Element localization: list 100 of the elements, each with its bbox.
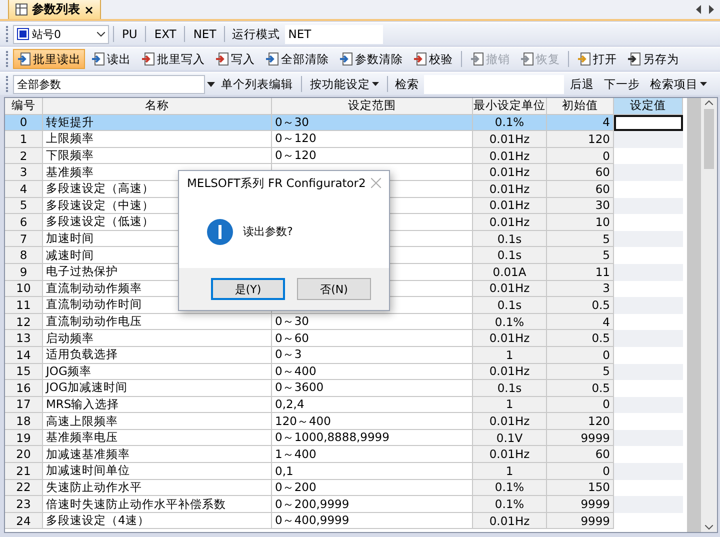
setting-cell[interactable] [614,430,683,446]
row-number: 9 [5,264,43,281]
function-setting-button[interactable]: 按功能设定 [306,74,383,94]
document-icon [627,52,641,66]
setting-cell[interactable] [614,198,683,214]
table-cell: 0.1% [473,496,547,513]
toolbar-button[interactable]: 校验 [409,49,457,69]
table-cell: 1 [473,346,547,364]
document-icon [17,52,31,66]
setting-cell[interactable] [614,496,683,513]
station-dropdown[interactable]: 站号0 [13,24,109,44]
caret-icon [700,82,707,86]
column-header[interactable]: 名称 [43,98,272,115]
column-header[interactable]: 最小设定单位 [473,98,547,115]
parameter-list-tab[interactable]: 参数列表 × [8,0,102,19]
mode-button[interactable]: PU [118,24,142,44]
setting-cell[interactable] [614,463,683,480]
mode-button[interactable]: EXT [150,24,180,44]
table-cell: 9999 [547,512,614,530]
column-header[interactable]: 初始值 [547,98,614,115]
close-icon[interactable] [371,178,381,188]
next-button[interactable]: 下一步 [600,74,644,94]
close-button[interactable]: × [84,2,94,16]
mode-button[interactable]: NET [189,24,220,44]
table-cell: 120 [547,413,614,430]
left-arrow-icon[interactable] [696,5,702,14]
row-number: 5 [5,198,43,214]
table-cell: 120 [547,131,614,148]
setting-cell[interactable] [614,297,683,314]
mode-field: NET [285,24,384,44]
table-cell: 0.1% [473,314,547,330]
scrollbar-thumb[interactable] [704,109,714,169]
row-number: 19 [5,430,43,446]
toolbar-button[interactable]: 打开 [573,49,621,69]
column-header[interactable]: 设定值 [614,98,683,115]
row-number: 7 [5,230,43,248]
table-cell: 0～120 [272,131,473,148]
table-cell: JOG频率 [43,364,272,380]
table-cell: 0.5 [547,380,614,397]
setting-cell[interactable] [614,230,683,248]
toolbar-button[interactable]: 批里读出 [13,49,85,69]
setting-cell[interactable] [614,364,683,380]
right-arrow-icon[interactable] [708,5,714,14]
table-cell: 基准频率电压 [43,430,272,446]
caret-icon [372,82,379,86]
search-field[interactable] [424,74,564,94]
table-cell: JOG加减速时间 [43,380,272,397]
parameter-group-dropdown[interactable]: 全部参数 [13,74,205,94]
table-cell: 0 [547,396,614,414]
table-cell: 倍速时失速防止动作水平补偿系数 [43,496,272,513]
setting-cell[interactable] [614,131,683,148]
table-cell: 0 [547,148,614,164]
list-edit-button[interactable]: 单个列表编辑 [217,74,297,94]
document-icon [339,52,353,66]
table-cell: 失速防止动作水平 [43,480,272,496]
table-cell: 0.01Hz [473,180,547,198]
setting-cell[interactable] [614,264,683,281]
table-cell: 0.01Hz [473,512,547,530]
table-cell: 0.01Hz [473,164,547,181]
search-items-button[interactable]: 检索项目 [646,74,711,94]
table-cell: 0.01A [473,264,547,281]
setting-input-cell[interactable] [614,114,683,132]
toolbar-button[interactable]: 另存为 [623,49,683,69]
row-number: 0 [5,114,43,132]
table-cell: 60 [547,446,614,464]
back-button[interactable]: 后退 [566,74,598,94]
table-cell: 0～3600 [272,380,473,397]
table-cell: 0～400 [272,364,473,380]
table-cell: 0.1s [473,297,547,314]
table-cell: 直流制动动作电压 [43,314,272,330]
dialog-button[interactable]: 否(N) [297,278,371,300]
column-header[interactable]: 编号 [5,98,43,115]
table-cell: 加减速基准频率 [43,446,272,464]
row-number: 10 [5,280,43,298]
toolbar-button[interactable]: 参数清除 [335,49,407,69]
row-number: 23 [5,496,43,513]
toolbar-button[interactable]: 写入 [211,49,259,69]
setting-cell[interactable] [614,396,683,414]
table-cell: 4 [547,114,614,132]
station-label: 站号0 [32,26,61,42]
table-cell: 10 [547,214,614,231]
table-cell: 0～60 [272,330,473,347]
toolbar-button[interactable]: 批里写入 [137,49,209,69]
column-header[interactable]: 设定范围 [272,98,473,115]
dialog-button[interactable]: 是(Y) [211,278,285,300]
mode-label: 运行模式 [231,26,282,42]
setting-cell[interactable] [614,330,683,347]
table-icon [15,3,28,16]
toolbar-button[interactable]: 读出 [87,49,135,69]
table-cell: 9999 [547,430,614,446]
dropdown-arrow-icon[interactable] [207,82,215,86]
row-number: 21 [5,463,43,480]
table-cell: 0.01Hz [473,148,547,164]
table-cell: MRS输入选择 [43,396,272,414]
setting-cell[interactable] [614,164,683,181]
toolbar-button[interactable]: 全部清除 [261,49,333,69]
table-cell: 0 [547,463,614,480]
table-cell: 5 [547,364,614,380]
scrollbar[interactable] [701,98,717,532]
row-number: 20 [5,446,43,464]
